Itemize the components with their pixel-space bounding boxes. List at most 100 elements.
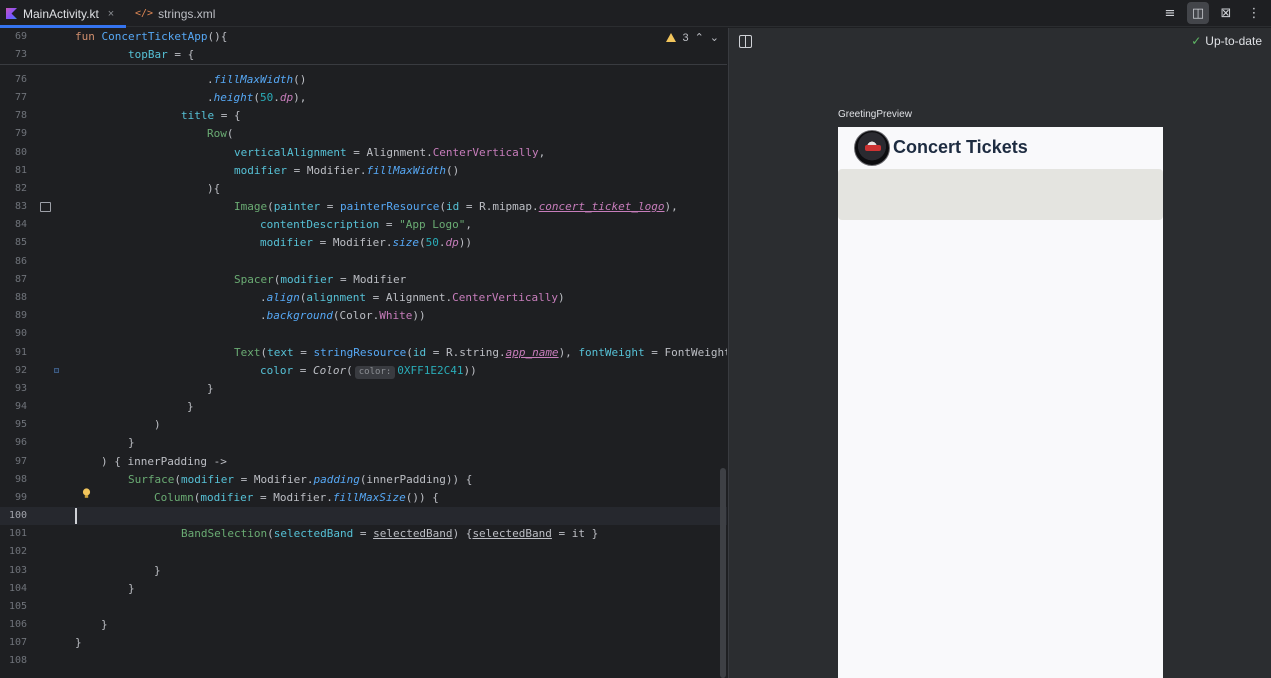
code-line: } <box>187 400 194 413</box>
line-number: 88 <box>14 292 27 303</box>
line-number: 102 <box>8 546 27 557</box>
code-line: Column(modifier = Modifier.fillMaxSize()… <box>154 491 439 504</box>
build-status: ✓ Up-to-date <box>1191 34 1262 48</box>
line-number: 105 <box>8 601 27 612</box>
code-line: ) { innerPadding -> <box>101 455 227 468</box>
close-icon[interactable]: × <box>108 8 114 20</box>
band-selection[interactable] <box>838 169 1163 220</box>
line-number: 101 <box>8 528 27 539</box>
line-number: 97 <box>14 456 27 467</box>
line-number: 94 <box>14 401 27 412</box>
line-number: 81 <box>14 165 27 176</box>
warning-icon <box>666 33 677 42</box>
line-number: 69 <box>14 31 27 42</box>
line-number: 103 <box>8 565 27 576</box>
preview-name: GreetingPreview <box>838 109 912 120</box>
line-number: 80 <box>14 147 27 158</box>
chevron-down-icon[interactable]: ⌄ <box>710 31 719 44</box>
line-number: 76 <box>14 74 27 85</box>
warning-count: 3 <box>682 31 689 44</box>
line-number: 82 <box>14 183 27 194</box>
line-number: 92 <box>14 365 27 376</box>
code-line: ) <box>154 418 161 431</box>
checkmark-icon: ✓ <box>1191 34 1202 48</box>
code-line: .align(alignment = Alignment.CenterVerti… <box>260 291 565 304</box>
editor-tab-bar: MainActivity.kt × </> strings.xml ≡ ◫ ⊠ … <box>0 0 1271 28</box>
tab-strings-xml[interactable]: </> strings.xml <box>126 0 215 27</box>
line-number: 93 <box>14 383 27 394</box>
code-editor[interactable]: 76 77 78 79 80 81 82 83 84 85 86 87 88 8… <box>0 28 727 678</box>
view-mode-toolbar: ≡ ◫ ⊠ ⋮ <box>1159 2 1265 24</box>
sticky-scope-header[interactable]: 69 73 fun ConcertTicketApp(){ topBar = {… <box>0 28 727 65</box>
line-number: 78 <box>14 110 27 121</box>
tab-label: strings.xml <box>158 6 216 21</box>
code-line: .height(50.dp), <box>207 91 307 104</box>
more-options-icon[interactable]: ⋮ <box>1243 2 1265 24</box>
code-line: } <box>154 564 161 577</box>
code-line: BandSelection(selectedBand = selectedBan… <box>181 527 599 540</box>
code-line: modifier = Modifier.fillMaxWidth() <box>234 164 460 177</box>
app-logo <box>854 130 890 166</box>
code-line: .background(Color.White)) <box>260 309 426 322</box>
code-line: verticalAlignment = Alignment.CenterVert… <box>234 146 546 159</box>
line-number: 104 <box>8 583 27 594</box>
line-number: 89 <box>14 310 27 321</box>
line-number: 73 <box>14 49 27 60</box>
text-caret <box>75 508 77 524</box>
code-line: modifier = Modifier.size(50.dp)) <box>260 236 472 249</box>
code-line: fun ConcertTicketApp(){ <box>75 30 228 43</box>
kotlin-file-icon <box>6 8 17 19</box>
inspection-widget[interactable]: 3 ⌃ ⌄ <box>666 31 719 44</box>
code-line: color = Color(color: 0XFF1E2C41)) <box>260 364 477 379</box>
xml-file-icon: </> <box>135 8 154 19</box>
code-line: } <box>207 382 214 395</box>
line-number: 107 <box>8 637 27 648</box>
app-title: Concert Tickets <box>893 137 1028 157</box>
preview-toolbar: ✓ Up-to-date <box>729 28 1271 56</box>
line-number: 106 <box>8 619 27 630</box>
line-number: 91 <box>14 347 27 358</box>
line-number: 84 <box>14 219 27 230</box>
line-number: 79 <box>14 128 27 139</box>
code-line: Image(painter = painterResource(id = R.m… <box>234 200 678 213</box>
tab-main-activity[interactable]: MainActivity.kt × <box>0 0 126 28</box>
code-line: Text(text = stringResource(id = R.string… <box>234 346 727 359</box>
device-preview[interactable]: Concert Tickets <box>838 127 1163 678</box>
line-number: 87 <box>14 274 27 285</box>
current-line-highlight <box>0 507 727 525</box>
editor-scrollbar[interactable] <box>720 468 726 678</box>
line-number: 108 <box>8 655 27 666</box>
line-number: 95 <box>14 419 27 430</box>
build-status-label: Up-to-date <box>1205 34 1262 48</box>
app-top-bar: Concert Tickets <box>838 127 1163 169</box>
code-line: title = { <box>181 109 241 122</box>
color-swatch-icon[interactable] <box>54 368 59 373</box>
tab-label: MainActivity.kt <box>23 6 99 21</box>
line-number: 83 <box>14 201 27 212</box>
line-number: 98 <box>14 474 27 485</box>
chevron-up-icon[interactable]: ⌃ <box>695 31 704 44</box>
code-line: .fillMaxWidth() <box>207 73 307 86</box>
code-line: Row( <box>207 127 234 140</box>
line-number-current: 100 <box>8 510 27 521</box>
code-line: contentDescription = "App Logo", <box>260 218 472 231</box>
line-number: 77 <box>14 92 27 103</box>
design-view-icon[interactable]: ⊠ <box>1215 2 1237 24</box>
code-line: topBar = { <box>128 48 195 61</box>
code-line: } <box>128 582 135 595</box>
code-view-icon[interactable]: ≡ <box>1159 2 1181 24</box>
code-line: ){ <box>207 182 221 195</box>
line-number: 85 <box>14 237 27 248</box>
code-line: } <box>101 618 108 631</box>
line-number: 90 <box>14 328 27 339</box>
code-line: } <box>128 436 135 449</box>
layout-options-icon[interactable] <box>739 35 752 48</box>
code-line: } <box>75 636 82 649</box>
parameter-hint: color: <box>354 366 396 379</box>
image-preview-icon[interactable] <box>40 202 51 212</box>
compose-preview-pane: ✓ Up-to-date GreetingPreview Concert Tic… <box>728 28 1271 678</box>
line-number: 86 <box>14 256 27 267</box>
line-number: 96 <box>14 437 27 448</box>
split-view-icon[interactable]: ◫ <box>1187 2 1209 24</box>
code-line: Surface(modifier = Modifier.padding(inne… <box>128 473 473 486</box>
